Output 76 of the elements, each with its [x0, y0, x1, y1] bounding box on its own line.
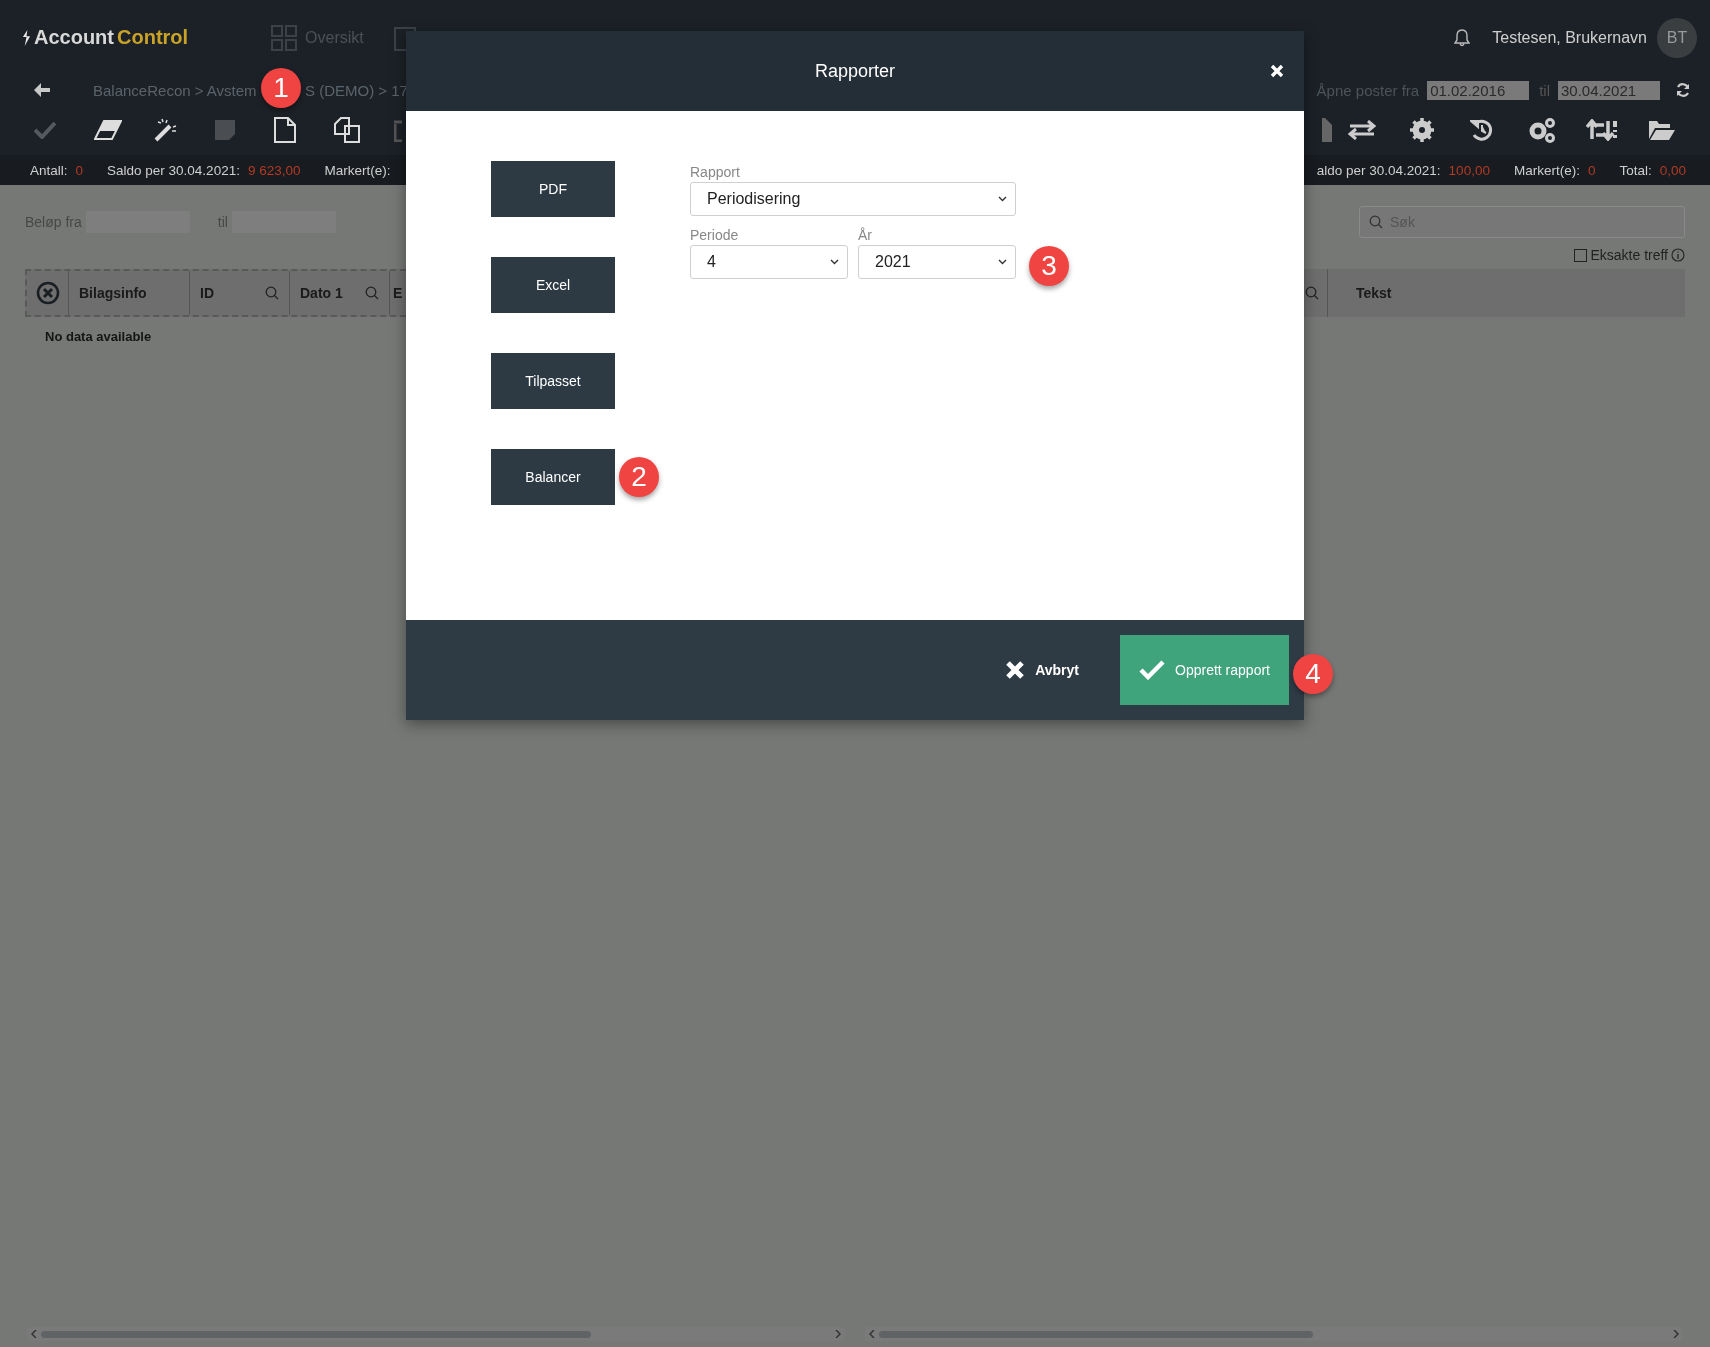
field-label: År: [858, 227, 873, 243]
status-label: Markert(e):: [324, 162, 391, 178]
exact-match-checkbox[interactable]: [1574, 248, 1588, 262]
search-icon[interactable]: [1305, 286, 1319, 300]
format-button[interactable]: Tilpasset: [491, 353, 615, 409]
user-name[interactable]: Testesen, Brukernavn: [1492, 28, 1647, 47]
check-icon: [1139, 660, 1166, 680]
cancel-button[interactable]: Avbryt: [999, 659, 1085, 681]
scroll-left-icon[interactable]: [31, 1330, 37, 1338]
status-value: 0,00: [1659, 162, 1686, 178]
folder-open-icon[interactable]: [1648, 119, 1676, 141]
info-icon[interactable]: [1671, 248, 1685, 262]
search-icon[interactable]: [265, 286, 279, 300]
search-icon: [1369, 215, 1383, 229]
date-field[interactable]: 01.02.2016: [1427, 80, 1530, 100]
report-select[interactable]: Periodisering: [690, 182, 1016, 216]
check-icon[interactable]: [34, 121, 56, 139]
scrollbar[interactable]: [27, 1327, 845, 1341]
back-arrow-icon[interactable]: [34, 83, 50, 97]
file-icon[interactable]: [274, 117, 296, 143]
format-button[interactable]: Excel: [491, 257, 615, 313]
close-icon[interactable]: [1270, 64, 1284, 78]
status-label: Antall:: [30, 162, 68, 178]
column-header[interactable]: Bilagsinfo: [79, 285, 147, 301]
scroll-left-icon[interactable]: [869, 1330, 875, 1338]
retweet-icon[interactable]: [1586, 119, 1618, 141]
chevron-icon: [998, 259, 1007, 265]
date-separator: til: [1539, 81, 1550, 99]
chevron-icon: [830, 259, 839, 265]
refresh-icon[interactable]: [1676, 83, 1690, 97]
clear-filter-icon[interactable]: [35, 281, 60, 305]
gears-icon[interactable]: [1528, 117, 1556, 143]
status-label: aldo per 30.04.2021:: [1316, 162, 1441, 178]
copy-icon[interactable]: [334, 117, 360, 143]
field-label: Rapport: [690, 164, 741, 180]
grid-icon: [271, 24, 298, 51]
column-header[interactable]: Dato 1: [300, 285, 343, 301]
status-value: 0: [75, 162, 84, 178]
scrollbar[interactable]: [865, 1327, 1683, 1341]
chevron-icon: [998, 196, 1007, 202]
column-header[interactable]: E: [393, 285, 403, 301]
scroll-right-icon[interactable]: [835, 1330, 841, 1338]
exact-match-label: Eksakte treff: [1590, 247, 1668, 263]
logo: AccountControl: [22, 26, 189, 49]
status-label: Saldo per 30.04.2021:: [107, 162, 240, 178]
magic-wand-icon[interactable]: [154, 118, 178, 142]
status-value: 0: [1587, 162, 1596, 178]
eraser-icon[interactable]: [94, 120, 122, 140]
status-label: Markert(e):: [1513, 162, 1580, 178]
callout-badge: 4: [1293, 654, 1333, 694]
field-label: Periode: [690, 227, 740, 243]
scroll-right-icon[interactable]: [1673, 1330, 1679, 1338]
create-report-button[interactable]: Opprett rapport: [1120, 635, 1289, 705]
note-icon[interactable]: [214, 119, 236, 141]
gear-icon[interactable]: [1410, 118, 1434, 142]
empty-message: No data available: [45, 329, 153, 344]
column-header[interactable]: Tekst: [1356, 285, 1392, 301]
status-value: 100,00: [1448, 162, 1490, 178]
year-select[interactable]: 2021: [858, 245, 1016, 279]
callout-badge: 2: [619, 457, 659, 497]
callout-badge: 3: [1029, 246, 1069, 286]
bell-icon[interactable]: [1454, 28, 1471, 47]
breadcrumb: BalanceRecon > Avstem: [93, 81, 258, 99]
format-button[interactable]: Balancer: [491, 449, 615, 505]
format-button[interactable]: PDF: [491, 161, 615, 217]
status-value: 9 623,00: [247, 162, 301, 178]
period-select[interactable]: 4: [690, 245, 848, 279]
status-label: Total:: [1619, 162, 1652, 178]
dialog-title: Rapporter: [814, 60, 895, 82]
cross-icon: [1005, 660, 1026, 680]
date-field[interactable]: 30.04.2021: [1558, 80, 1660, 100]
search-icon[interactable]: [365, 286, 379, 300]
history-icon[interactable]: [1470, 118, 1494, 142]
column-header[interactable]: ID: [200, 285, 214, 301]
exchange-icon[interactable]: [1348, 120, 1376, 140]
avatar[interactable]: BT: [1657, 17, 1697, 58]
